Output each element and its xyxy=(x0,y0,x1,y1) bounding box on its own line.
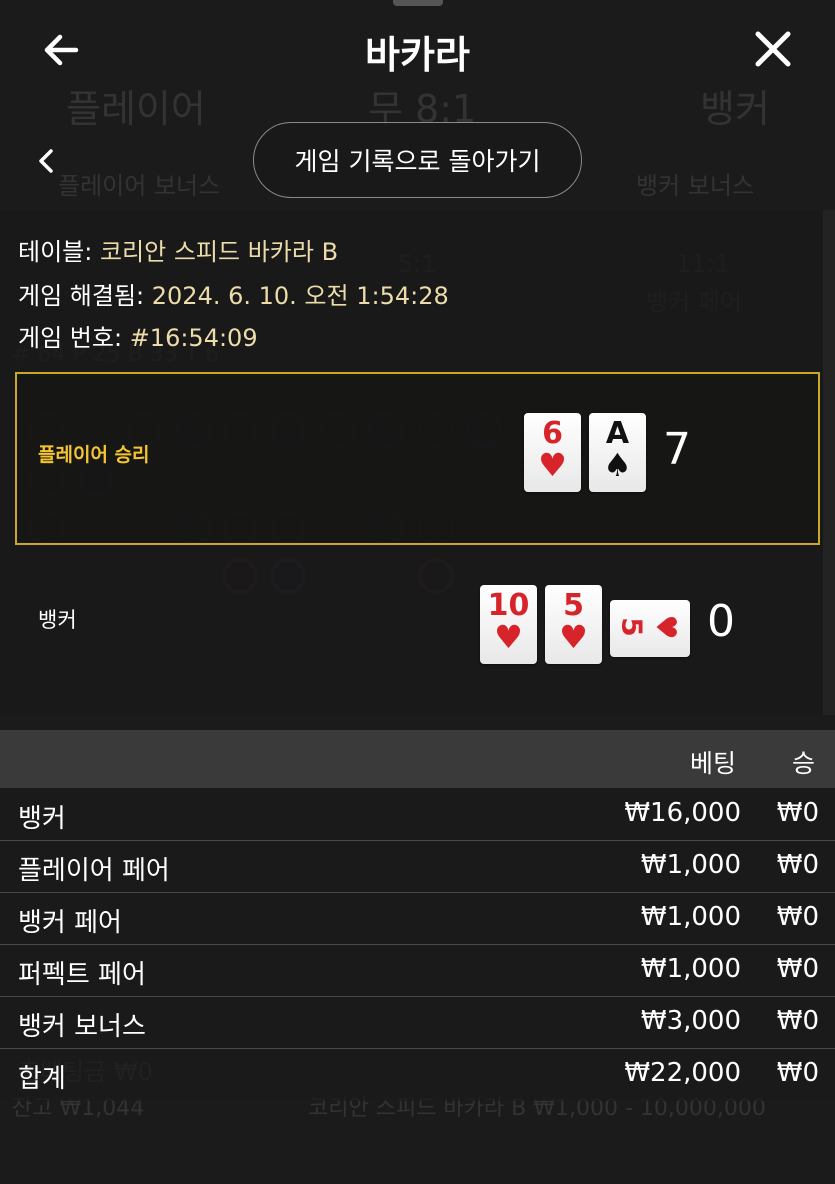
table-row: 뱅커 보너스 ₩3,000 ₩0 xyxy=(0,997,835,1049)
page-title: 바카라 xyxy=(365,33,470,77)
win-amount: ₩0 xyxy=(776,850,819,880)
table-value: 코리안 스피드 바카라 B xyxy=(99,238,339,266)
back-to-history-button[interactable]: 게임 기록으로 돌아가기 xyxy=(253,122,582,198)
heart-icon: ♥ xyxy=(494,618,523,656)
player-score: 7 xyxy=(663,424,691,475)
bet-amount: ₩1,000 xyxy=(640,850,741,880)
heart-icon: ♥ xyxy=(559,618,588,656)
table-info: 테이블: 코리안 스피드 바카라 B xyxy=(18,232,338,267)
player-card-2: A ♠ xyxy=(589,413,646,492)
resolved-info: 게임 해결됨: 2024. 6. 10. 오전 1:54:28 xyxy=(18,276,449,311)
bet-column-header: 베팅 xyxy=(690,749,737,778)
bet-name: 뱅커 페어 xyxy=(18,908,122,938)
table-row: 퍼펙트 페어 ₩1,000 ₩0 xyxy=(0,945,835,997)
win-amount: ₩0 xyxy=(776,1006,819,1036)
bet-amount: ₩1,000 xyxy=(640,902,741,932)
bg-player-bonus: 플레이어 보너스 xyxy=(58,172,221,200)
bet-amount: ₩3,000 xyxy=(640,1006,741,1036)
table-row: 플레이어 페어 ₩1,000 ₩0 xyxy=(0,841,835,893)
bet-name: 뱅커 보너스 xyxy=(18,1012,146,1042)
resolved-label: 게임 해결됨: xyxy=(18,282,145,310)
win-amount: ₩0 xyxy=(776,954,819,984)
total-amount: ₩22,000 xyxy=(624,1058,741,1088)
bet-name: 퍼펙트 페어 xyxy=(18,960,146,990)
card-rank: 5 xyxy=(615,617,649,637)
banker-score: 0 xyxy=(707,596,735,647)
banker-card-2: 5 ♥ xyxy=(545,585,602,664)
heart-icon: ♥ xyxy=(649,614,683,640)
bg-banker-bonus: 뱅커 보너스 xyxy=(636,172,755,200)
player-win-label: 플레이어 승리 xyxy=(38,444,150,466)
header: 바카라 xyxy=(0,14,835,86)
bg-banker-bet: 뱅커 xyxy=(700,87,770,131)
total-label: 합계 xyxy=(18,1064,66,1094)
chevron-left-icon[interactable] xyxy=(32,146,62,176)
scrollbar-track[interactable] xyxy=(823,210,835,715)
table-row: 뱅커 ₩16,000 ₩0 xyxy=(0,789,835,841)
banker-card-1: 10 ♥ xyxy=(480,585,537,664)
bet-amount: ₩1,000 xyxy=(640,954,741,984)
game-number-value: #16:54:09 xyxy=(129,324,258,352)
bet-name: 뱅커 xyxy=(18,804,66,834)
total-row: 합계 ₩22,000 ₩0 xyxy=(0,1049,835,1101)
win-amount: ₩0 xyxy=(776,798,819,828)
heart-icon: ♥ xyxy=(538,446,567,484)
close-icon[interactable] xyxy=(752,28,794,70)
win-column-header: 승 xyxy=(792,749,816,778)
bet-table-header: 베팅 승 xyxy=(0,730,835,788)
game-number-info: 게임 번호: #16:54:09 xyxy=(18,318,258,353)
spade-icon: ♠ xyxy=(603,446,632,484)
banker-label: 뱅커 xyxy=(38,608,77,632)
resolved-value: 2024. 6. 10. 오전 1:54:28 xyxy=(151,282,449,310)
win-amount: ₩0 xyxy=(776,902,819,932)
game-number-label: 게임 번호: xyxy=(18,324,123,352)
bg-player-bet: 플레이어 xyxy=(66,87,206,131)
table-row: 뱅커 페어 ₩1,000 ₩0 xyxy=(0,893,835,945)
player-card-1: 6 ♥ xyxy=(524,413,581,492)
bet-amount: ₩16,000 xyxy=(624,798,741,828)
banker-card-3: 5 ♥ xyxy=(610,600,690,657)
drag-handle[interactable] xyxy=(393,0,443,6)
baccarat-history-screen: 플레이어 무 8:1 뱅커 플레이어 보너스 뱅커 보너스 5:1 11:1 뱅… xyxy=(0,0,835,1184)
table-label: 테이블: xyxy=(18,238,93,266)
bet-name: 플레이어 페어 xyxy=(18,856,170,886)
total-win: ₩0 xyxy=(776,1058,819,1088)
